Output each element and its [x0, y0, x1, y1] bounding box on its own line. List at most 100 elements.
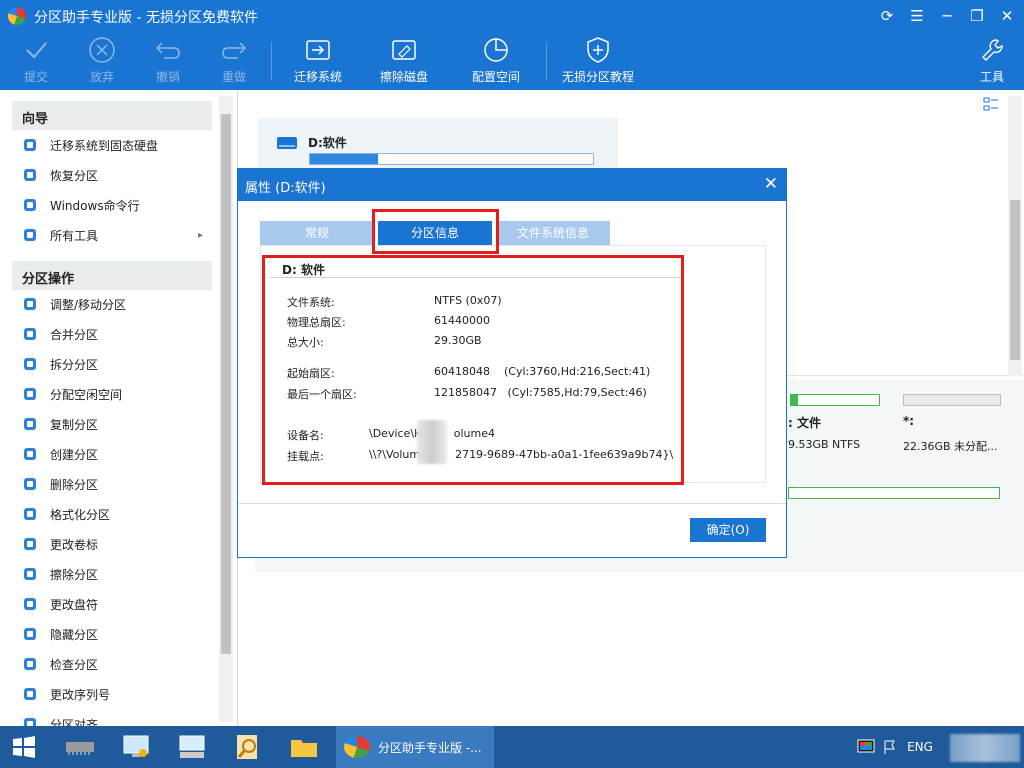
last-sector-value: 121858047 (Cyl:7585,Hd:79,Sect:46): [434, 386, 647, 399]
main-scrollbar[interactable]: [1008, 96, 1022, 376]
wizard-section-title: 向导: [12, 101, 212, 130]
disk-part-usage: [903, 394, 1001, 406]
discard-label: 放弃: [89, 70, 114, 84]
disk-part-label: : 文件: [788, 416, 821, 430]
disk-part-files[interactable]: : 文件 9.53GB NTFS: [788, 392, 894, 462]
shield-plus-icon: [560, 32, 636, 68]
undo-button[interactable]: 撤销: [146, 32, 190, 90]
redo-icon: [212, 32, 256, 68]
sidebar-item-icon: [22, 656, 38, 672]
title-bar: 分区助手专业版 - 无损分区免费软件 ⟳ ☰ ─ ❐ ✕: [0, 0, 1024, 32]
taskbar-active-app[interactable]: 分区助手专业版 -...: [336, 726, 494, 768]
main-scroll-thumb[interactable]: [1010, 200, 1020, 360]
sidebar-item-label: 拆分分区: [50, 357, 99, 372]
partition-ops-section-title: 分区操作: [12, 261, 212, 290]
partition-usage-fill: [310, 154, 378, 164]
dialog-title: 属性 (D:软件): [245, 181, 326, 196]
sidebar-item[interactable]: 更改序列号: [22, 680, 110, 708]
sidebar-item-label: 迁移系统到固态硬盘: [50, 138, 159, 153]
view-toggle-icon[interactable]: [982, 96, 1000, 114]
device-name-label: 设备名:: [287, 429, 324, 442]
restore-button[interactable]: ❐: [966, 6, 988, 26]
sidebar-item[interactable]: 分配空闲空间: [22, 380, 122, 408]
refresh-icon[interactable]: ⟳: [876, 6, 898, 26]
sidebar-item[interactable]: 调整/移动分区: [22, 290, 126, 318]
sidebar-item[interactable]: 检查分区: [22, 650, 98, 678]
language-indicator[interactable]: ENG: [902, 726, 938, 768]
sidebar-item[interactable]: 格式化分区: [22, 500, 110, 528]
dialog-footer-divider: [238, 503, 786, 504]
undo-icon: [146, 32, 190, 68]
sidebar-scroll-thumb[interactable]: [221, 114, 231, 654]
tutorial-button[interactable]: 无损分区教程: [560, 32, 636, 90]
undo-label: 撤销: [155, 70, 180, 84]
migrate-label: 迁移系统: [293, 70, 342, 84]
wipe-disk-button[interactable]: 擦除磁盘: [374, 32, 434, 90]
sidebar-item-label: 复制分区: [50, 417, 99, 432]
tab-filesystem-info[interactable]: 文件系统信息: [496, 221, 610, 245]
migrate-system-button[interactable]: 迁移系统: [288, 32, 348, 90]
redo-label: 重做: [221, 70, 246, 84]
sidebar-item-icon: [22, 566, 38, 582]
close-window-button[interactable]: ✕: [996, 6, 1018, 26]
sidebar-item[interactable]: 删除分区: [22, 470, 98, 498]
discard-button[interactable]: 放弃: [80, 32, 124, 90]
sidebar-item-icon: [22, 137, 38, 153]
taskbar-hardware-app[interactable]: [58, 726, 102, 768]
taskbar-network-app[interactable]: [114, 726, 158, 768]
sidebar-scrollbar[interactable]: [219, 96, 233, 722]
sidebar-item-label: 分配空闲空间: [50, 387, 123, 402]
tab-general[interactable]: 常规: [260, 221, 374, 245]
total-sectors-value: 61440000: [434, 314, 490, 327]
sidebar-item[interactable]: 拆分分区: [22, 350, 98, 378]
minimize-button[interactable]: ─: [936, 6, 958, 26]
submenu-arrow-icon: ▸: [198, 229, 204, 241]
tray-monitor-icon[interactable]: [854, 726, 878, 768]
tools-button[interactable]: 工具: [972, 32, 1012, 90]
sidebar-item[interactable]: 隐藏分区: [22, 620, 98, 648]
sidebar-item[interactable]: 分区对齐: [22, 710, 98, 726]
redo-button[interactable]: 重做: [212, 32, 256, 90]
allocate-space-button[interactable]: 配置空间: [466, 32, 526, 90]
sidebar-item[interactable]: 迁移系统到固态硬盘: [22, 131, 158, 159]
sidebar-item[interactable]: 更改卷标: [22, 530, 98, 558]
sidebar-item[interactable]: 更改盘符: [22, 590, 98, 618]
tray-flag-icon[interactable]: [878, 726, 900, 768]
tutorial-label: 无损分区教程: [561, 70, 634, 84]
redaction-blur: [417, 420, 447, 464]
sidebar-item[interactable]: 复制分区: [22, 410, 98, 438]
sidebar-item-icon: [22, 386, 38, 402]
sidebar-item-label: Windows命令行: [50, 198, 140, 213]
taskbar-explorer-app[interactable]: [282, 726, 326, 768]
sidebar-item[interactable]: 创建分区: [22, 440, 98, 468]
cancel-circle-icon: [80, 32, 124, 68]
tab-partition-info[interactable]: 分区信息: [378, 221, 492, 245]
sidebar-item-icon: [22, 626, 38, 642]
sidebar-item[interactable]: Windows命令行: [22, 191, 140, 219]
ok-button[interactable]: 确定(O): [690, 518, 766, 542]
sidebar-item-label: 擦除分区: [50, 567, 99, 582]
eraser-disk-icon: [374, 32, 434, 68]
sidebar-item[interactable]: 恢复分区: [22, 161, 98, 189]
wipe-label: 擦除磁盘: [379, 70, 428, 84]
dialog-close-icon[interactable]: ✕: [764, 174, 778, 194]
toolbar-divider: [271, 42, 272, 80]
taskbar-keyboard-app[interactable]: [170, 726, 214, 768]
taskbar-search-app[interactable]: [226, 726, 270, 768]
commit-button[interactable]: 提交: [14, 32, 58, 90]
sidebar-item[interactable]: 所有工具 ▸: [22, 221, 203, 249]
partition-card[interactable]: D:软件: [258, 118, 618, 172]
sidebar-item-icon: [22, 326, 38, 342]
sidebar-item[interactable]: 擦除分区: [22, 560, 98, 588]
menu-icon[interactable]: ☰: [906, 6, 928, 26]
commit-label: 提交: [23, 70, 48, 84]
start-button[interactable]: [4, 726, 44, 768]
disk-part-info: 22.36GB 未分配...: [903, 440, 998, 453]
sidebar: 向导 迁移系统到固态硬盘恢复分区 Windows命令行所有工具 ▸ 分区操作 调整/…: [0, 90, 238, 726]
tools-label: 工具: [979, 70, 1004, 84]
sidebar-item[interactable]: 合并分区: [22, 320, 98, 348]
sidebar-item-label: 更改卷标: [50, 537, 99, 552]
sidebar-item-label: 合并分区: [50, 327, 99, 342]
disk-part-unallocated[interactable]: *: 22.36GB 未分配...: [903, 392, 1013, 462]
drive-icon: [277, 137, 297, 149]
